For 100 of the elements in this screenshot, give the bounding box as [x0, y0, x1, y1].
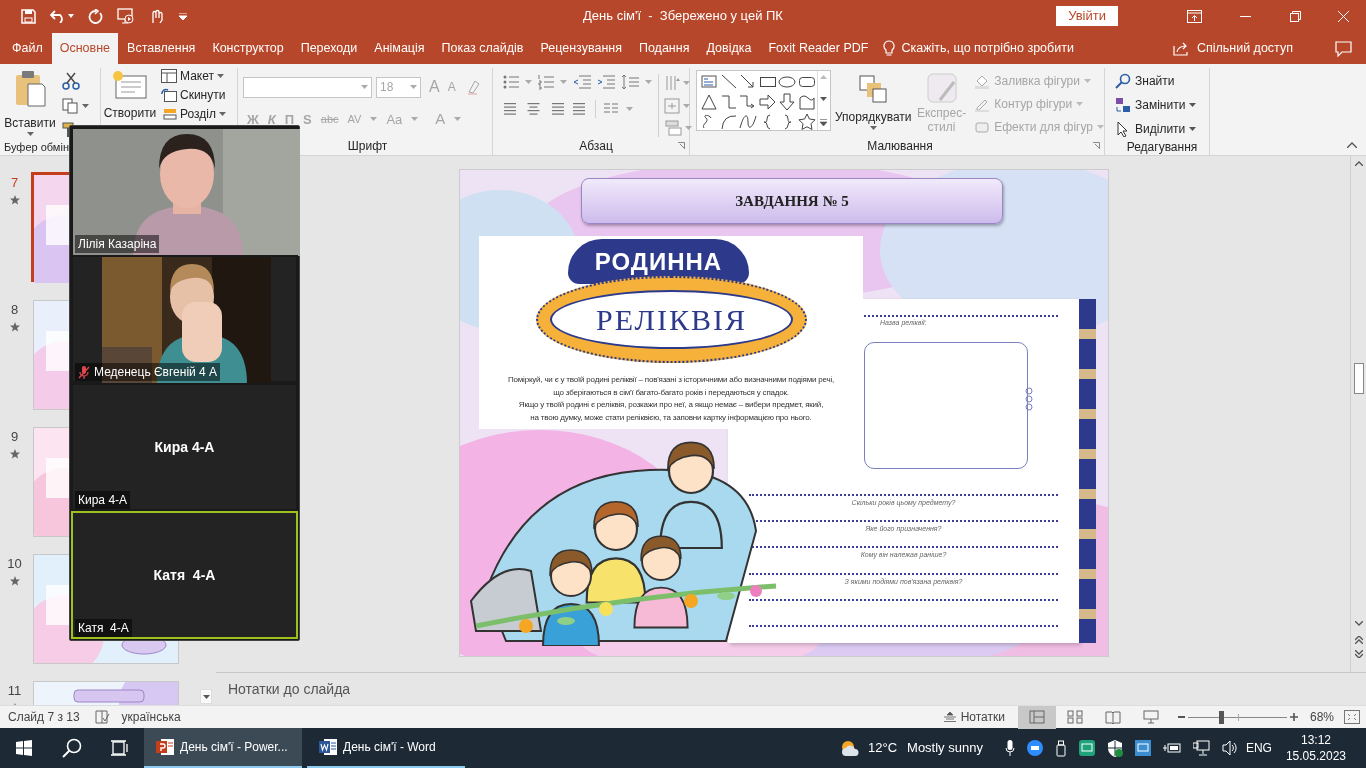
comment-icon[interactable]	[1335, 40, 1352, 57]
scroll-thumb[interactable]	[1353, 363, 1364, 394]
shape-icon[interactable]	[798, 93, 817, 111]
shape-icon[interactable]	[719, 113, 738, 131]
weather-condition[interactable]: Mostly sunny	[907, 738, 983, 758]
ribbon-tab[interactable]: Конструктор	[204, 33, 292, 64]
zoom-in-icon[interactable]	[1289, 713, 1298, 721]
next-slide-icon[interactable]	[1354, 650, 1363, 658]
share-button[interactable]: Спільний доступ	[1196, 39, 1293, 58]
language-button[interactable]: українська	[121, 708, 181, 726]
driver-app-icon[interactable]	[1134, 740, 1151, 756]
layout-button[interactable]: Макет	[161, 68, 226, 84]
select-button[interactable]: Виділити	[1115, 120, 1209, 138]
task-view-icon[interactable]	[111, 740, 129, 756]
align-left-icon[interactable]	[503, 101, 519, 117]
sign-in-button[interactable]: Увійти	[1056, 6, 1118, 26]
ribbon-tab[interactable]: Foxit Reader PDF	[760, 33, 877, 64]
ribbon-tab[interactable]: Файл	[4, 33, 51, 64]
collapse-ribbon-icon[interactable]	[1347, 142, 1357, 148]
video-tile[interactable]: Лілія Казаріна	[71, 127, 298, 255]
caret-icon[interactable]	[869, 126, 877, 130]
ribbon-display-icon[interactable]	[1186, 9, 1202, 23]
paste-button[interactable]: Вставити	[0, 68, 60, 138]
ribbon-tab[interactable]: Подання	[630, 33, 698, 64]
search-icon[interactable]	[62, 738, 82, 758]
numbering-icon[interactable]	[538, 74, 554, 90]
input-language[interactable]: ENG	[1245, 739, 1272, 757]
tell-me-field[interactable]: Скажіть, що потрібно зробити	[901, 39, 1074, 58]
reset-button[interactable]: Скинути	[161, 87, 226, 103]
arrange-button[interactable]: Упорядкувати	[833, 68, 913, 137]
shape-icon[interactable]	[778, 93, 797, 111]
volume-icon[interactable]	[1221, 740, 1238, 756]
shape-icon[interactable]	[778, 73, 797, 91]
temperature[interactable]: 12°C	[868, 738, 898, 758]
section-button[interactable]: Розділ	[161, 106, 226, 122]
line-spacing-icon[interactable]	[621, 74, 639, 90]
ribbon-tab[interactable]: Довідка	[698, 33, 760, 64]
ribbon-tab[interactable]: Показ слайдів	[433, 33, 532, 64]
replace-button[interactable]: Замінити	[1115, 96, 1209, 114]
dialog-launcher-icon[interactable]	[1093, 142, 1100, 149]
save-icon[interactable]	[21, 8, 36, 24]
scissors-icon[interactable]	[62, 72, 80, 90]
video-tile[interactable]: Катя 4-А Катя 4-А	[71, 511, 298, 639]
shape-icon[interactable]	[758, 93, 777, 111]
caret-icon[interactable]	[218, 112, 226, 116]
notes-field[interactable]: Нотатки до слайда	[228, 678, 351, 700]
touch-mode-icon[interactable]	[149, 8, 165, 24]
ribbon-tab[interactable]: Анімація	[366, 33, 433, 64]
increase-indent-icon[interactable]	[597, 74, 615, 90]
windows-start-icon[interactable]	[16, 740, 32, 756]
remote-app-icon[interactable]	[1078, 740, 1095, 756]
video-tile[interactable]: Меденець Євгеній 4 А	[71, 255, 298, 383]
caret-icon[interactable]	[26, 132, 34, 136]
align-center-icon[interactable]	[526, 101, 542, 117]
zoom-slider-thumb[interactable]	[1218, 710, 1224, 724]
battery-icon[interactable]	[1162, 742, 1181, 754]
previous-slide-icon[interactable]	[1354, 636, 1363, 644]
undo-icon[interactable]	[50, 9, 66, 23]
decrease-indent-icon[interactable]	[573, 74, 591, 90]
presentation-icon[interactable]	[117, 8, 135, 24]
video-tile[interactable]: Кира 4-А Кира 4-А	[71, 383, 298, 511]
network-icon[interactable]	[1192, 740, 1210, 756]
more-icon[interactable]	[820, 119, 828, 126]
scroll-down-button[interactable]	[200, 689, 212, 704]
caret-icon[interactable]	[820, 97, 828, 101]
find-button[interactable]: Знайти	[1115, 72, 1209, 90]
ribbon-tab[interactable]: Рецензування	[532, 33, 630, 64]
taskbar-app[interactable]: День сім'ї - Word	[307, 728, 465, 768]
close-icon[interactable]	[1337, 10, 1349, 22]
taskbar-app[interactable]: День сім'ї - Power...	[144, 728, 302, 768]
caret-icon[interactable]	[1189, 127, 1197, 131]
shield-icon[interactable]	[1106, 739, 1123, 757]
minimize-icon[interactable]	[1239, 15, 1251, 17]
usb-drive-icon[interactable]	[1054, 739, 1067, 757]
redo-icon[interactable]	[88, 8, 103, 24]
shape-icon[interactable]	[798, 113, 817, 131]
bullets-icon[interactable]	[503, 74, 519, 90]
ribbon-tab[interactable]: Вставлення	[119, 33, 204, 64]
ribbon-tab[interactable]: Переходи	[292, 33, 366, 64]
spelling-icon[interactable]	[93, 710, 110, 724]
scroll-down-icon[interactable]	[1354, 621, 1363, 626]
copy-icon[interactable]	[62, 98, 78, 114]
shape-icon[interactable]	[700, 93, 718, 111]
shapes-gallery[interactable]	[696, 70, 831, 131]
shape-icon[interactable]	[719, 73, 738, 91]
dialog-launcher-icon[interactable]	[678, 142, 685, 149]
caret-icon[interactable]	[68, 14, 74, 18]
fit-slide-icon[interactable]	[1344, 710, 1360, 724]
clock[interactable]: 13:12 15.05.2023	[1285, 732, 1346, 764]
caret-icon[interactable]	[1189, 103, 1197, 107]
microphone-icon[interactable]	[1004, 740, 1015, 756]
restore-icon[interactable]	[1289, 10, 1301, 22]
shape-icon[interactable]	[739, 113, 758, 131]
align-right-icon[interactable]	[549, 101, 565, 117]
customize-icon[interactable]	[179, 12, 187, 20]
notes-button[interactable]: Нотатки	[940, 706, 1008, 728]
zoom-level[interactable]: 68%	[1309, 708, 1334, 726]
scroll-up-icon[interactable]	[1354, 161, 1363, 166]
caret-icon[interactable]	[82, 104, 89, 108]
video-app-icon[interactable]	[1026, 740, 1043, 756]
